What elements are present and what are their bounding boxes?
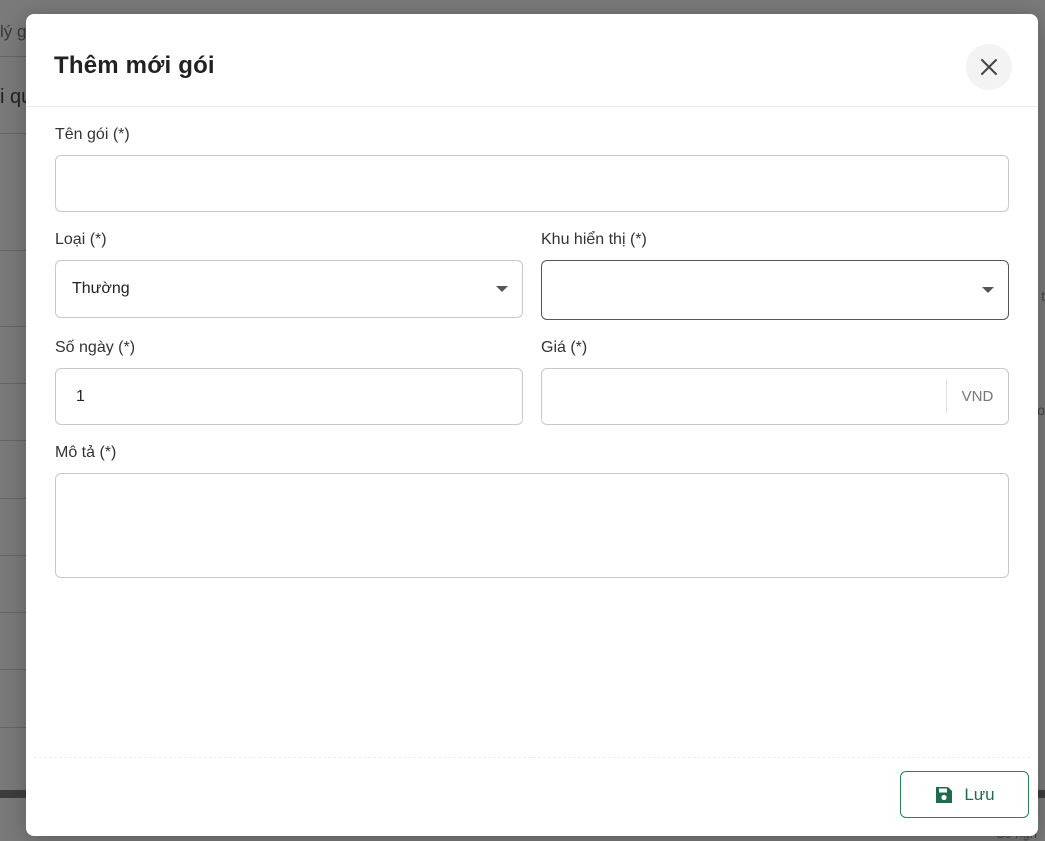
bg-right-snippet: t <box>1041 288 1045 304</box>
type-select[interactable]: Thường <box>55 260 523 318</box>
bg-scrollbar <box>0 790 26 798</box>
type-label: Loại (*) <box>55 231 107 248</box>
close-icon <box>981 59 997 75</box>
bg-divider <box>0 669 26 670</box>
price-label: Giá (*) <box>541 339 588 356</box>
bg-divider <box>0 133 26 134</box>
bg-divider <box>0 250 26 251</box>
display-area-label: Khu hiển thị (*) <box>541 231 647 248</box>
type-selected-value: Thường <box>72 280 130 297</box>
save-button-label: Lưu <box>964 784 995 804</box>
currency-suffix: VND <box>946 379 1008 414</box>
name-label: Tên gói (*) <box>55 126 130 143</box>
dialog-title: Thêm mới gói <box>54 52 215 79</box>
save-icon <box>936 786 953 803</box>
bg-scrollbar <box>1038 790 1045 798</box>
chevron-down-icon <box>496 286 508 292</box>
display-area-select[interactable] <box>541 260 1009 320</box>
bg-divider <box>0 326 26 327</box>
chevron-down-icon <box>982 287 994 293</box>
days-label: Số ngày (*) <box>55 339 136 356</box>
bg-right-snippet-2: o <box>1037 402 1045 418</box>
bg-divider <box>0 440 26 441</box>
bg-divider <box>0 56 26 57</box>
description-label: Mô tả (*) <box>55 444 117 461</box>
dialog-header: Thêm mới gói <box>26 14 1038 107</box>
bg-divider <box>0 555 26 556</box>
add-package-dialog: Thêm mới gói Tên gói (*) Loại (*) Thường… <box>26 14 1038 836</box>
description-value <box>56 474 72 488</box>
footer-divider <box>34 757 1030 758</box>
bg-divider <box>0 383 26 384</box>
bg-divider <box>0 727 26 728</box>
save-button[interactable]: Lưu <box>900 771 1029 818</box>
close-button[interactable] <box>966 44 1012 90</box>
days-value: 1 <box>76 387 85 405</box>
days-input[interactable]: 1 <box>55 368 523 425</box>
description-textarea[interactable] <box>55 473 1009 578</box>
package-name-input[interactable] <box>55 155 1009 212</box>
bg-divider <box>0 612 26 613</box>
bg-breadcrumb-snippet: lý g <box>0 22 27 41</box>
bg-divider <box>0 498 26 499</box>
price-input[interactable]: VND <box>541 368 1009 425</box>
